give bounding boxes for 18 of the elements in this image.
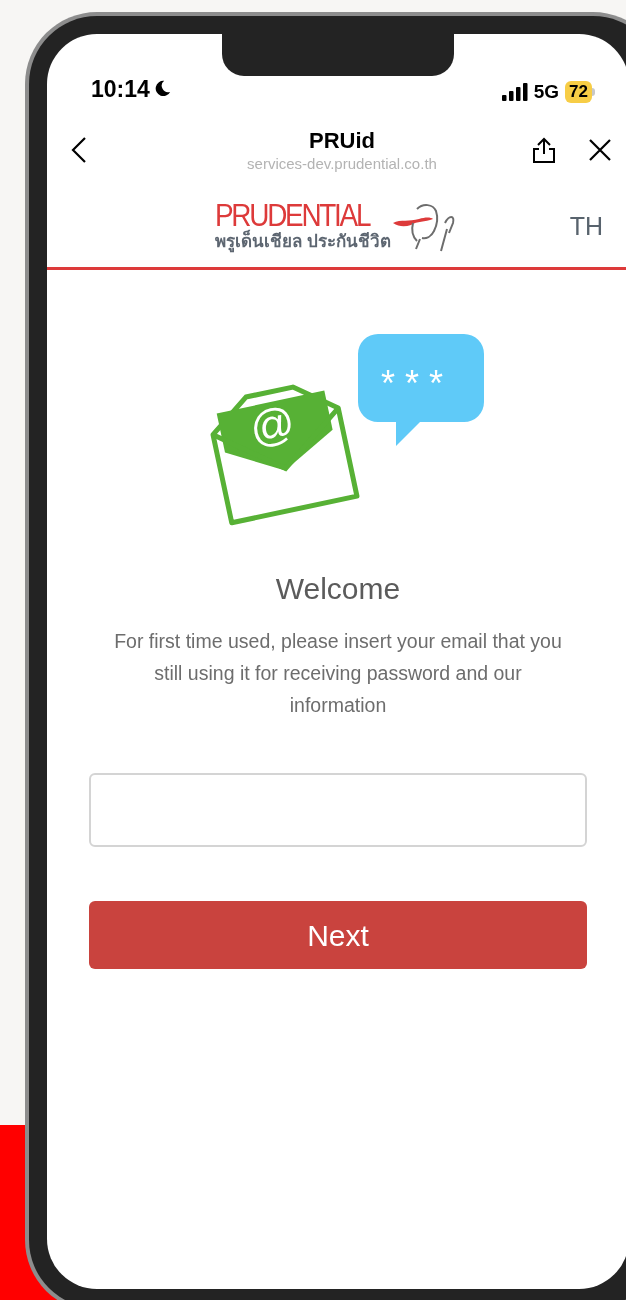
- page-title: PRUid: [309, 127, 375, 155]
- network-label: 5G: [533, 79, 560, 104]
- welcome-title: Welcome: [275, 571, 401, 607]
- language-toggle[interactable]: TH: [569, 207, 603, 246]
- logo-tagline: พรูเด็นเชียล ประกันชีวิต: [215, 230, 391, 253]
- email-input-field[interactable]: [89, 773, 587, 847]
- page-url: services-dev.prudential.co.th: [247, 155, 437, 173]
- battery-tip: [592, 87, 595, 96]
- next-button[interactable]: Next: [89, 901, 587, 969]
- clock-time: 10:14: [91, 74, 150, 104]
- moon-icon: [153, 80, 171, 98]
- share-button[interactable]: [531, 136, 557, 164]
- logo-wordmark: PRUDENTIAL: [215, 200, 370, 231]
- close-button[interactable]: [587, 137, 613, 163]
- welcome-message: For first time used, please insert your email that you still using it for receiving password and our information: [113, 629, 563, 718]
- signal-icon: [501, 82, 528, 101]
- email-and-password-drawing: @ * * *: [186, 330, 496, 530]
- battery-level: 72: [565, 80, 592, 103]
